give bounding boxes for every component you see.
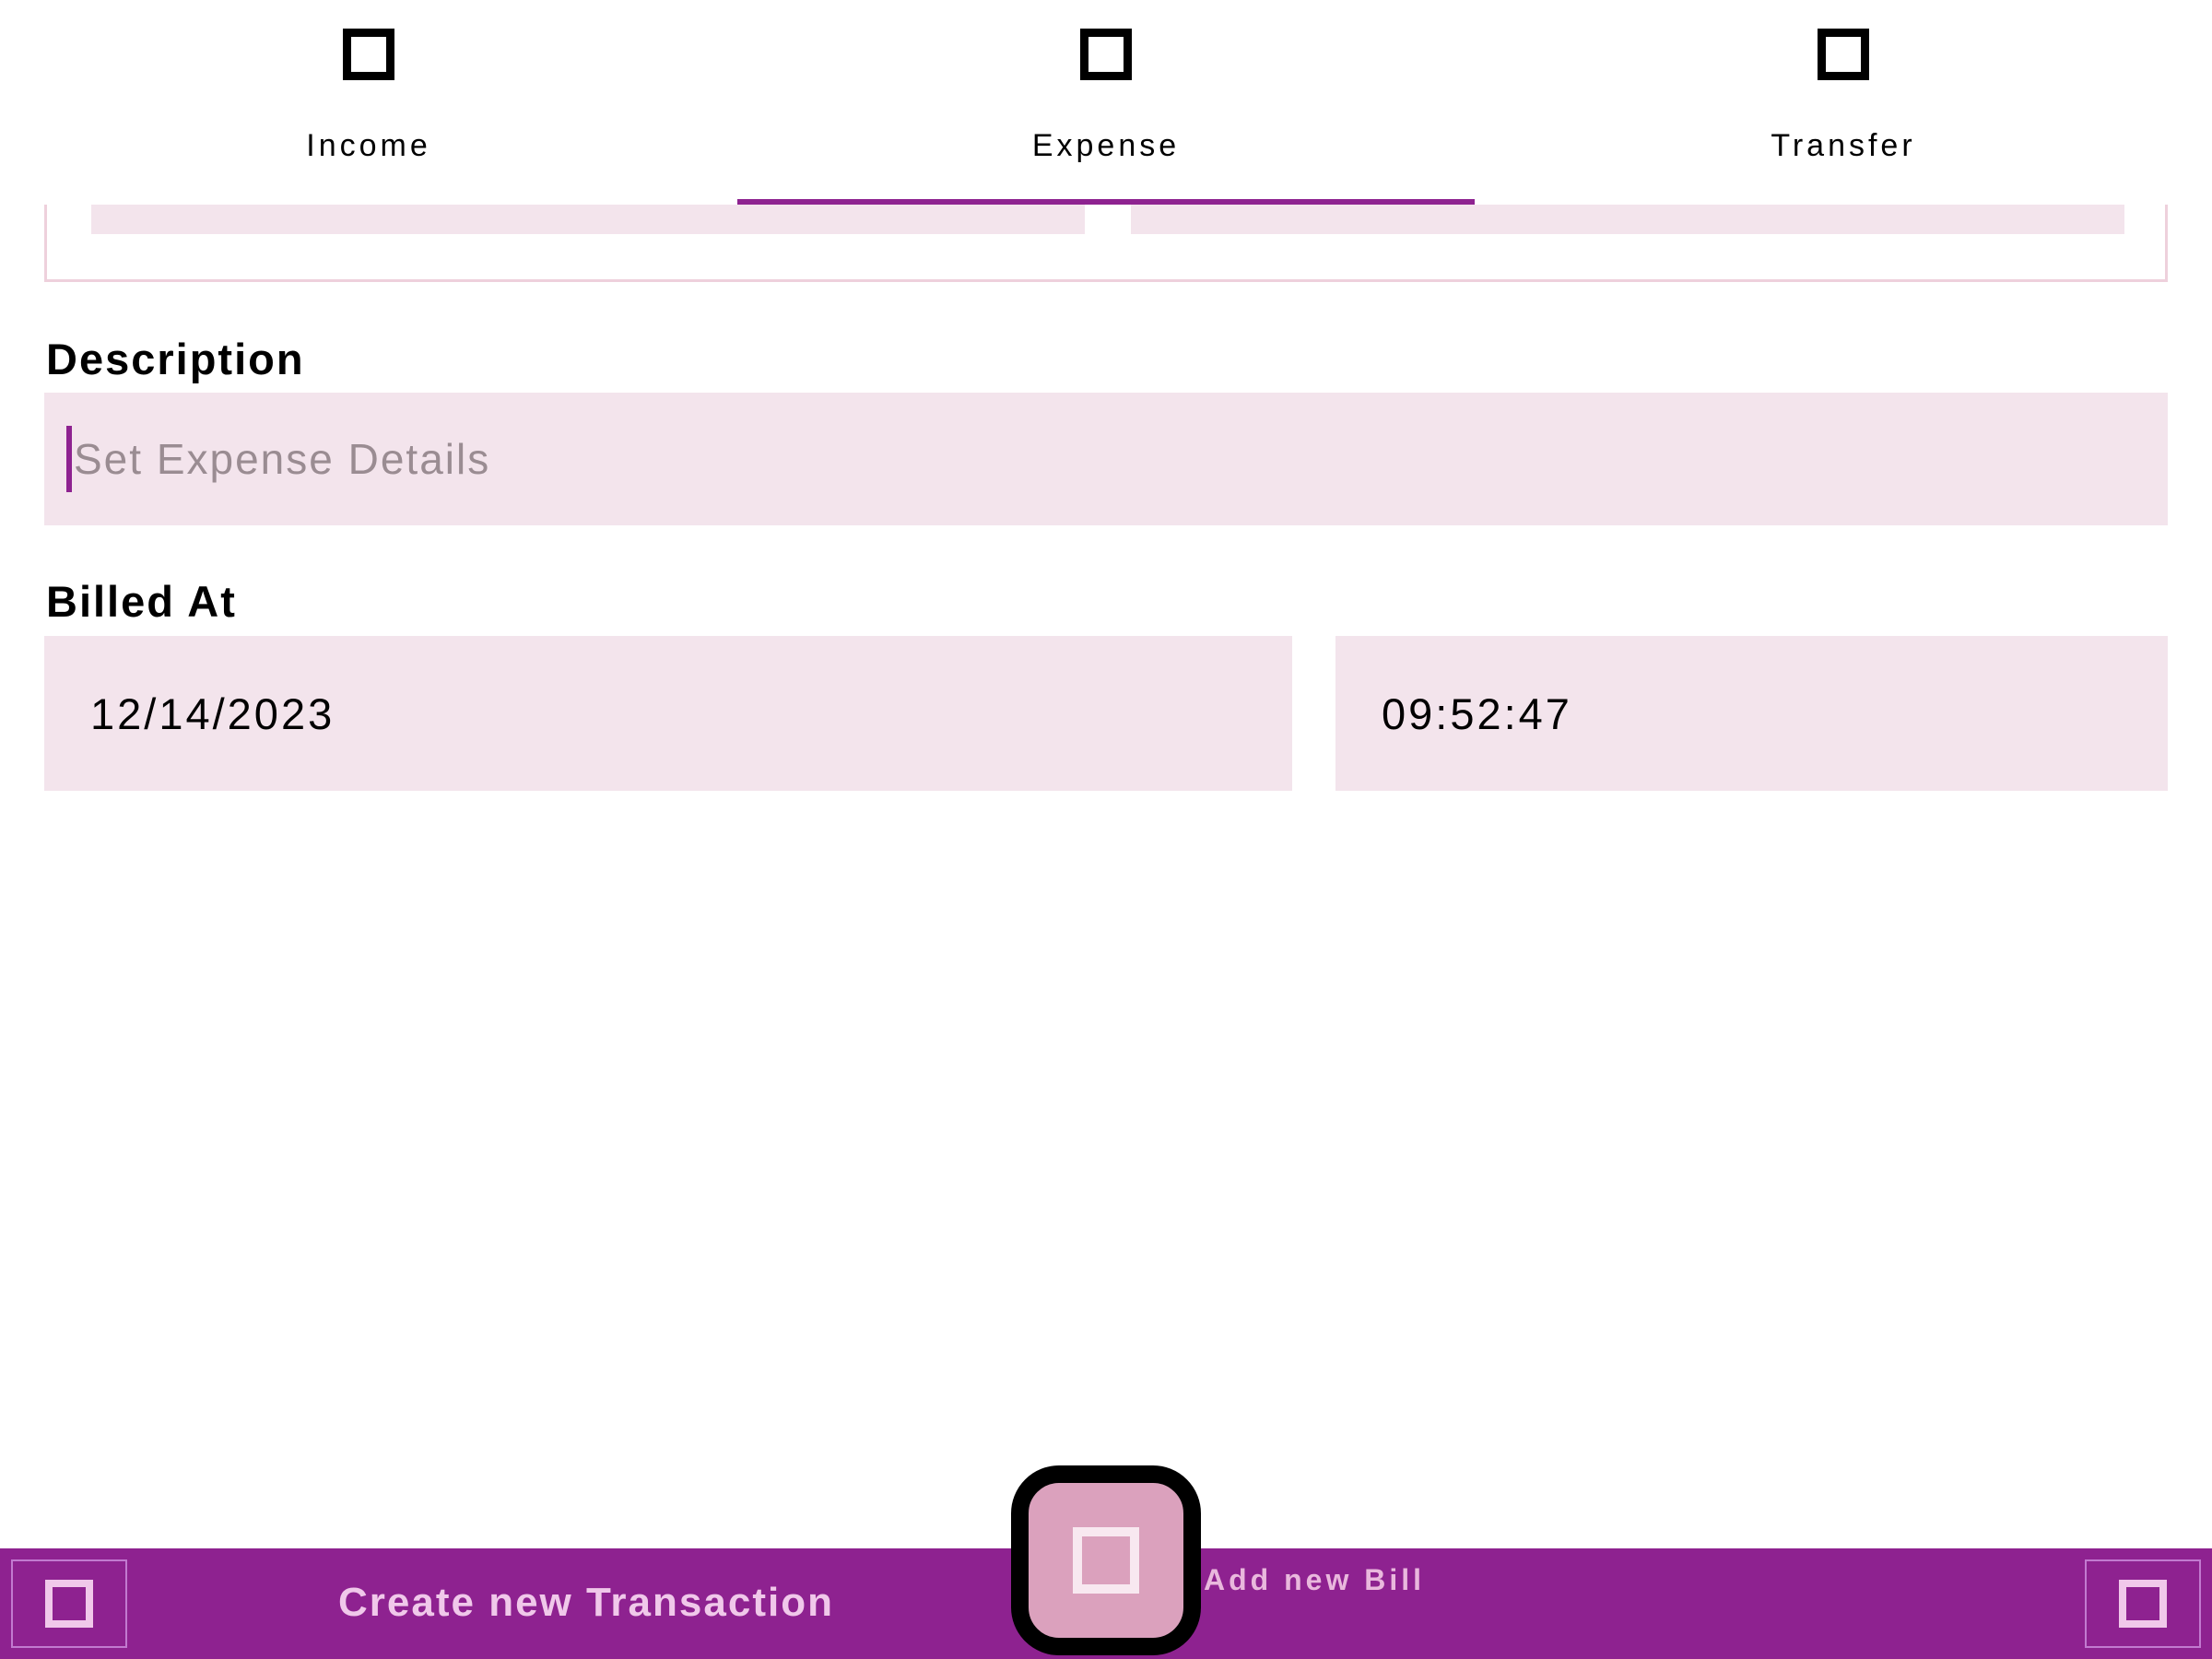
description-label: Description xyxy=(46,335,305,383)
date-value: 12/14/2023 xyxy=(90,688,335,738)
amount-field[interactable] xyxy=(91,203,1085,234)
tab-income-label: Income xyxy=(306,128,431,163)
tab-expense-label: Expense xyxy=(1031,128,1181,163)
tab-transfer[interactable]: Transfer xyxy=(1475,0,2212,205)
add-bill-button[interactable] xyxy=(1011,1465,1201,1655)
tab-selected-indicator xyxy=(737,199,1475,205)
square-icon xyxy=(1073,1527,1139,1594)
currency-field[interactable] xyxy=(1131,203,2124,234)
right-action-button[interactable] xyxy=(2085,1559,2201,1648)
transfer-icon xyxy=(1818,29,1869,80)
text-caret xyxy=(66,426,72,492)
left-action-button[interactable] xyxy=(11,1559,127,1648)
tab-bar: Income Expense Transfer xyxy=(0,0,2212,205)
description-field[interactable] xyxy=(44,393,2168,525)
time-field[interactable]: 09:52:47 xyxy=(1335,636,2168,791)
create-transaction-label[interactable]: Create new Transaction xyxy=(338,1580,834,1626)
square-icon xyxy=(45,1580,93,1628)
add-bill-label[interactable]: Add new Bill xyxy=(1204,1563,1425,1597)
date-field[interactable]: 12/14/2023 xyxy=(44,636,1292,791)
expense-icon xyxy=(1080,29,1132,80)
income-icon xyxy=(343,29,394,80)
description-input[interactable] xyxy=(74,434,1917,484)
billed-at-label: Billed At xyxy=(46,577,237,626)
tab-expense[interactable]: Expense xyxy=(737,0,1475,205)
tab-income[interactable]: Income xyxy=(0,0,737,205)
tab-transfer-label: Transfer xyxy=(1771,128,1916,163)
time-value: 09:52:47 xyxy=(1382,688,1572,738)
transaction-screen: Income Expense Transfer Description Bill… xyxy=(0,0,2212,1659)
square-icon xyxy=(2119,1580,2167,1628)
